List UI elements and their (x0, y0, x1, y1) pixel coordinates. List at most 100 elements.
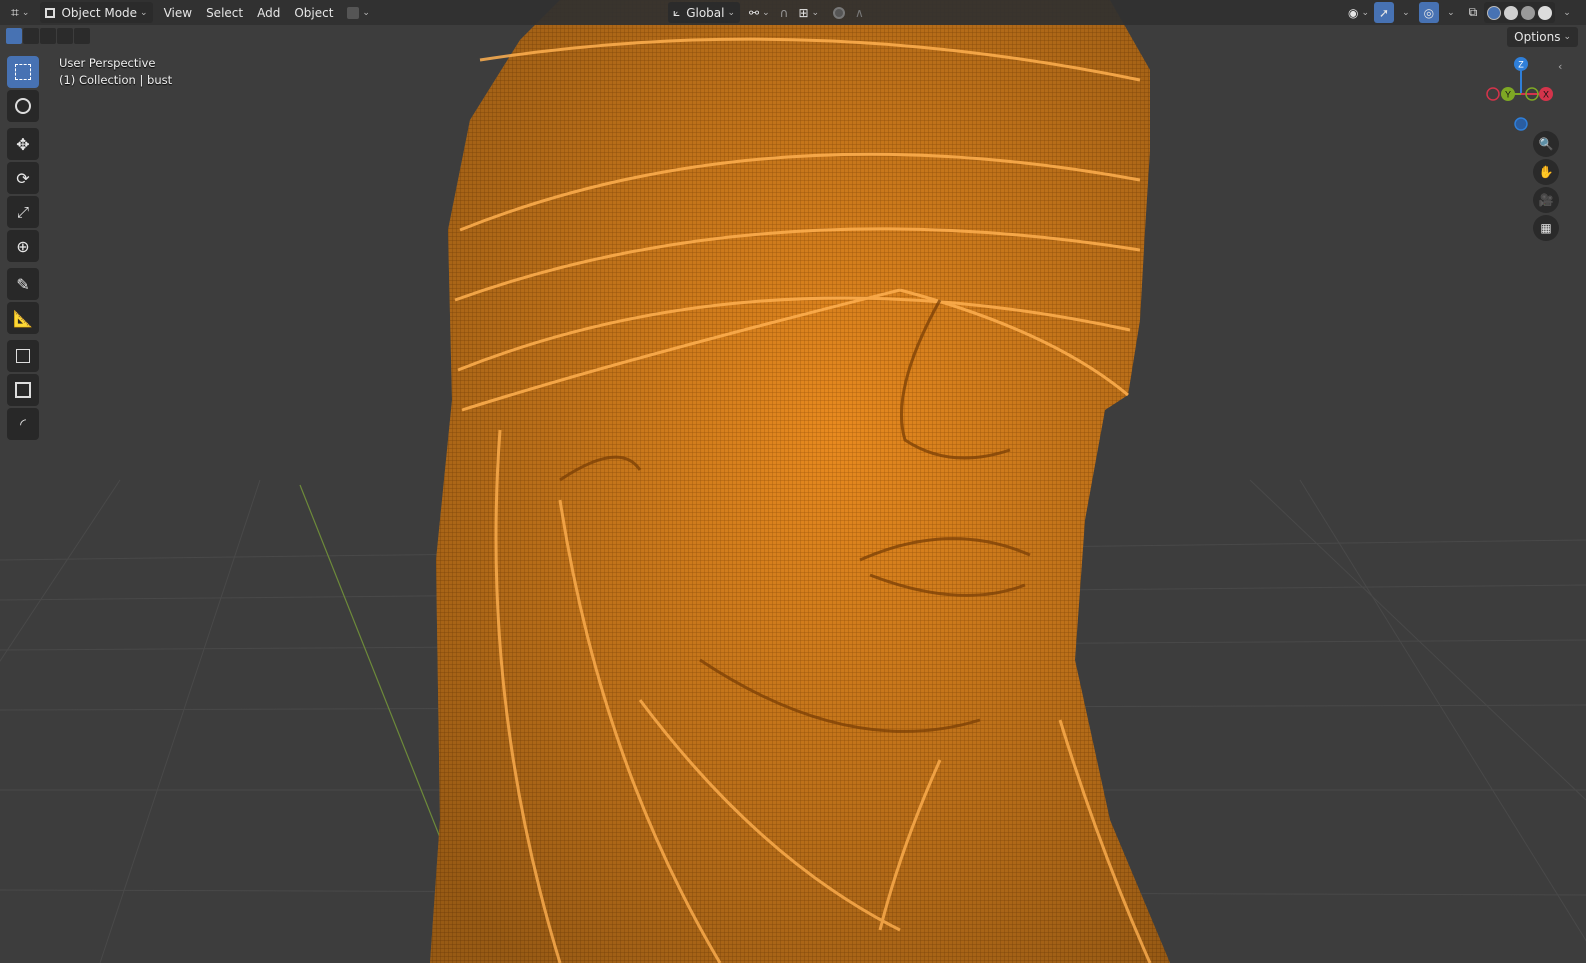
gizmo-dropdown[interactable]: ⌄ (1394, 2, 1415, 23)
overlay-dropdown[interactable]: ⌄ (1439, 2, 1460, 23)
select-intersect-icon[interactable] (74, 28, 90, 44)
xray-toggle[interactable]: ⧉ (1464, 2, 1483, 23)
proportional-edit-toggle[interactable] (828, 2, 850, 23)
mode-dropdown[interactable]: Object Mode ⌄ (40, 2, 153, 23)
move-tool[interactable]: ✥ (7, 128, 39, 160)
chevron-down-icon: ⌄ (140, 7, 148, 18)
pan-button[interactable]: ✋ (1533, 159, 1559, 185)
chevron-down-icon: ⌄ (1402, 7, 1410, 18)
sidebar-collapse-icon[interactable]: ‹ (1558, 60, 1562, 73)
tool-shelf: ✥ ⟳ ⤢ ⊕ ✎ 📐 ◜ (7, 56, 43, 442)
selection-mode-group (6, 28, 90, 44)
measure-icon: 📐 (13, 308, 33, 328)
viewport-canvas[interactable] (0, 0, 1586, 963)
snap-increment-icon: ⊞ (798, 5, 809, 20)
navigation-gizmo[interactable]: Z Y X (1482, 52, 1560, 134)
perspective-label: User Perspective (59, 56, 156, 70)
overlay-circles-icon: ◎ (1423, 5, 1435, 20)
solid-shading-icon[interactable] (1504, 5, 1519, 20)
gizmo-toggle[interactable]: ➚ (1374, 2, 1395, 23)
falloff-dropdown[interactable]: ∧ (850, 2, 869, 23)
chevron-down-icon: ⌄ (1447, 7, 1455, 18)
snap-target-dropdown[interactable]: ⊞ ⌄ (793, 2, 824, 23)
gizmo-neg-z[interactable] (1514, 117, 1528, 131)
select-box-tool[interactable] (7, 56, 39, 88)
shading-dropdown[interactable]: ⌄ (1555, 2, 1576, 23)
select-box-icon (15, 64, 31, 80)
rotate-icon: ⟳ (16, 168, 30, 188)
overlay-toggle[interactable]: ◎ (1418, 2, 1440, 23)
select-invert-icon[interactable] (57, 28, 73, 44)
snap-toggle[interactable]: ∩ (775, 2, 794, 23)
object-mode-icon (45, 7, 56, 18)
tool-extra-1[interactable] (7, 374, 39, 406)
visibility-dropdown[interactable]: ◉ ⌄ (1343, 2, 1374, 23)
camera-view-button[interactable]: 🎥 (1533, 187, 1559, 213)
camera-icon: 🎥 (1538, 193, 1554, 207)
hand-pan-icon: ✋ (1538, 165, 1554, 179)
3d-viewport[interactable] (0, 0, 1586, 963)
transform-orientation-dropdown[interactable]: ⟀ Global ⌄ (668, 2, 741, 23)
viewport-info: User Perspective (1) Collection | bust (59, 55, 172, 89)
gizmo-arrow-icon: ➚ (1379, 5, 1390, 20)
editor-type-button[interactable]: ⌗ ⌄ (6, 2, 34, 23)
object-type-dropdown[interactable]: ⌄ (342, 2, 375, 23)
menu-view[interactable]: View (159, 2, 197, 23)
toggle-perspective-button[interactable]: ▦ (1533, 215, 1559, 241)
options-label: Options (1514, 30, 1561, 44)
rendered-shading-icon[interactable] (1538, 5, 1553, 20)
annotate-tool[interactable]: ✎ (7, 268, 39, 300)
magnet-icon: ∩ (779, 5, 789, 20)
gizmo-y-label: Y (1505, 90, 1511, 100)
chevron-down-icon: ⌄ (727, 7, 736, 18)
material-preview-icon[interactable] (1521, 5, 1536, 20)
transform-tool[interactable]: ⊕ (7, 230, 39, 262)
select-extend-icon[interactable] (23, 28, 39, 44)
grid-perspective-icon: ▦ (1540, 221, 1552, 235)
collection-label: (1) Collection | bust (59, 73, 173, 87)
proportional-edit-icon (833, 6, 846, 19)
tool-extra-2[interactable]: ◜ (7, 408, 39, 440)
menu-select[interactable]: Select (201, 2, 248, 23)
scale-icon: ⤢ (16, 203, 29, 221)
zoom-button[interactable]: 🔍 (1533, 131, 1559, 157)
cursor-tool[interactable] (7, 90, 39, 122)
square-frame-icon (15, 382, 31, 398)
object-type-icon (347, 6, 360, 19)
add-cube-icon (16, 349, 30, 363)
measure-tool[interactable]: 📐 (7, 302, 39, 334)
chevron-down-icon: ⌄ (1563, 32, 1571, 42)
3d-viewport-icon: ⌗ (11, 4, 19, 21)
bust-mesh[interactable] (430, 0, 1170, 963)
move-icon: ✥ (16, 134, 30, 154)
options-dropdown[interactable]: Options ⌄ (1507, 27, 1578, 47)
eye-icon: ◉ (1348, 5, 1359, 20)
cursor-icon (15, 98, 31, 114)
add-cube-tool[interactable] (7, 340, 39, 372)
zoom-icon: 🔍 (1538, 137, 1554, 151)
gizmo-x-label: X (1543, 90, 1549, 100)
shading-modes (1484, 2, 1556, 23)
gizmo-neg-x[interactable] (1486, 87, 1500, 101)
rotate-tool[interactable]: ⟳ (7, 162, 39, 194)
pivot-link-icon: ⚯ (749, 5, 760, 20)
falloff-curve-icon: ∧ (855, 5, 864, 20)
viewport-header: ⌗ ⌄ Object Mode ⌄ View Select Add Object … (0, 0, 1586, 25)
pivot-point-dropdown[interactable]: ⚯ ⌄ (744, 2, 775, 23)
menu-add[interactable]: Add (252, 2, 285, 23)
gizmo-z-label: Z (1518, 60, 1524, 70)
menu-object[interactable]: Object (289, 2, 338, 23)
wireframe-shading-icon[interactable] (1487, 5, 1502, 20)
chevron-down-icon: ⌄ (1563, 7, 1571, 18)
xray-icon: ⧉ (1468, 5, 1478, 19)
scale-tool[interactable]: ⤢ (7, 196, 39, 228)
transform-icon: ⊕ (16, 236, 30, 256)
orientation-axes-icon: ⟀ (673, 5, 681, 19)
mode-label: Object Mode (61, 5, 138, 20)
y-axis-line (299, 484, 446, 851)
orientation-label: Global (686, 5, 725, 20)
select-subtract-icon[interactable] (40, 28, 56, 44)
curve-corner-icon: ◜ (20, 415, 26, 433)
select-new-icon[interactable] (6, 28, 22, 44)
annotate-icon: ✎ (16, 274, 30, 294)
